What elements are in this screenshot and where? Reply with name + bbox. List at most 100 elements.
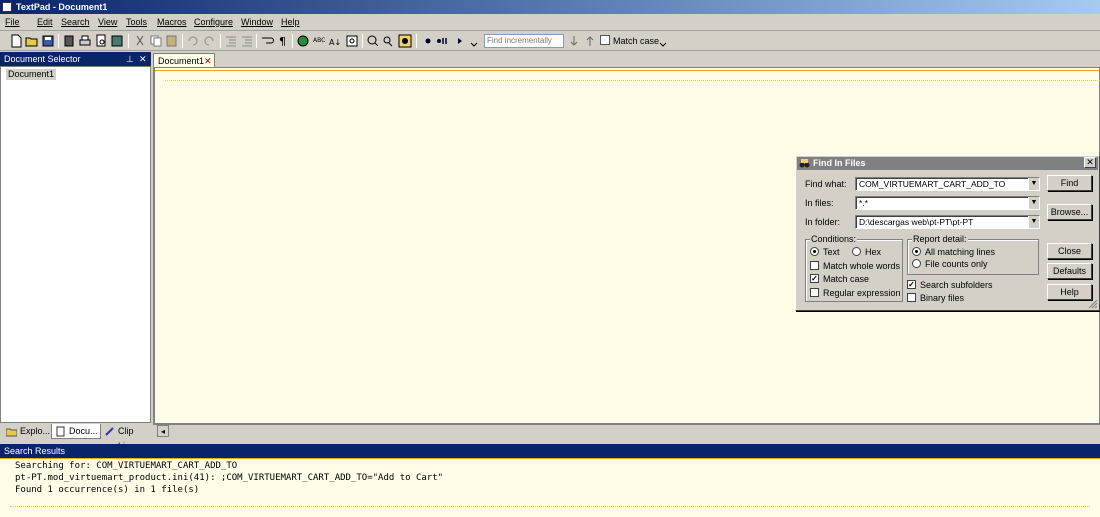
undo-icon[interactable]: [186, 34, 200, 48]
menu-edit[interactable]: Edit: [37, 17, 53, 27]
browse-button[interactable]: Browse...: [1047, 204, 1092, 220]
play-macro-icon[interactable]: [453, 34, 467, 48]
find-in-files-active-icon[interactable]: [398, 34, 412, 48]
menu-window-label: Window: [241, 17, 274, 27]
menu-file[interactable]: File: [5, 17, 20, 27]
toolbar-overflow-icon[interactable]: [656, 34, 670, 48]
print-preview-icon[interactable]: [94, 34, 108, 48]
results-line[interactable]: pt-PT.mod_virtuemart_product.ini(41): ;C…: [15, 472, 1100, 484]
find-what-combo[interactable]: COM_VIRTUEMART_CART_ADD_TO ▼: [855, 177, 1040, 191]
text-radio[interactable]: [810, 247, 819, 256]
report-detail-group: [907, 239, 1039, 275]
print-icon[interactable]: [78, 34, 92, 48]
toolbar-overflow-icon[interactable]: [467, 34, 481, 48]
horizontal-scrollbar[interactable]: ◂: [153, 424, 1100, 438]
document-selector-tabs: Explo... Docu... Clip Li...: [0, 423, 151, 451]
dialog-close-icon[interactable]: ✕: [1084, 157, 1096, 168]
menu-tools-label: Tools: [126, 17, 148, 27]
pin-icon[interactable]: ⊥: [126, 52, 134, 66]
find-in-files-dialog: Find In Files ✕ Find what: COM_VIRTUEMAR…: [795, 155, 1100, 311]
save-all-icon[interactable]: [62, 34, 76, 48]
redo-icon[interactable]: [202, 34, 216, 48]
all-matching-lines-radio[interactable]: [912, 247, 921, 256]
document-selector-header: Document Selector ⊥ ✕: [0, 52, 151, 66]
textpad-app-icon: [2, 2, 12, 12]
find-in-files-toolbar-icon[interactable]: [345, 34, 359, 48]
dialog-title-bar[interactable]: Find In Files: [797, 157, 1098, 170]
close-button[interactable]: Close: [1047, 243, 1092, 259]
document-list-item[interactable]: Document1: [6, 69, 57, 80]
replace-icon[interactable]: [382, 34, 396, 48]
sort-icon[interactable]: A↓: [328, 34, 342, 48]
match-case-checkbox[interactable]: ✓: [810, 274, 819, 283]
binary-files-label: Binary files: [920, 293, 965, 303]
tab-explorer-label: Explo...: [20, 426, 51, 436]
menu-file-label: File: [5, 17, 20, 27]
tab-documents[interactable]: Docu...: [51, 424, 101, 439]
find-what-value: COM_VIRTUEMART_CART_ADD_TO: [859, 179, 1006, 189]
record-macro-icon[interactable]: [421, 34, 435, 48]
web-browser-icon[interactable]: [296, 34, 310, 48]
search-subfolders-checkbox[interactable]: ✓: [907, 280, 916, 289]
cut-icon[interactable]: [133, 34, 147, 48]
close-icon[interactable]: ✕: [139, 52, 147, 66]
tab-document1[interactable]: Document1 ✕: [153, 53, 215, 68]
find-incrementally-placeholder: Find incrementally: [487, 36, 552, 45]
open-file-icon[interactable]: [25, 34, 39, 48]
chevron-down-icon[interactable]: ▼: [1028, 216, 1039, 228]
find-button[interactable]: Find: [1047, 175, 1092, 191]
find-incrementally-input[interactable]: Find incrementally: [484, 34, 564, 48]
new-file-icon[interactable]: [9, 34, 23, 48]
menu-macros[interactable]: Macros: [157, 17, 187, 27]
tab-explorer[interactable]: Explo...: [3, 424, 50, 439]
menu-tools[interactable]: Tools: [126, 17, 147, 27]
pilcrow-icon[interactable]: ¶: [276, 34, 290, 48]
menu-macros-label: Macros: [157, 17, 187, 27]
tab-clip-library[interactable]: Clip Li...: [101, 424, 149, 451]
defaults-button[interactable]: Defaults: [1047, 263, 1092, 279]
match-case-label: Match case: [823, 274, 870, 284]
outdent-icon[interactable]: [224, 34, 238, 48]
menu-view[interactable]: View: [98, 17, 117, 27]
resize-grip-icon[interactable]: [1088, 299, 1098, 309]
results-line: Searching for: COM_VIRTUEMART_CART_ADD_T…: [15, 461, 238, 471]
match-whole-words-checkbox[interactable]: [810, 261, 819, 270]
help-button[interactable]: Help: [1047, 284, 1092, 300]
window-title: TextPad - Document1: [16, 2, 108, 12]
close-tab-icon[interactable]: ✕: [204, 54, 212, 68]
word-wrap-icon[interactable]: [260, 34, 274, 48]
report-detail-label: Report detail:: [912, 234, 968, 244]
search-results-output[interactable]: Searching for: COM_VIRTUEMART_CART_ADD_T…: [0, 458, 1100, 517]
chevron-down-icon[interactable]: ▼: [1028, 178, 1039, 190]
chevron-down-icon[interactable]: ▼: [1028, 197, 1039, 209]
binary-files-checkbox[interactable]: [907, 293, 916, 302]
in-folder-combo[interactable]: D:\descargas web\pt-PT\pt-PT ▼: [855, 215, 1040, 229]
match-case-toolbar-checkbox[interactable]: [600, 35, 610, 45]
find-icon[interactable]: [366, 34, 380, 48]
file-counts-only-label: File counts only: [925, 259, 988, 269]
menu-search[interactable]: Search: [61, 17, 90, 27]
find-previous-up-icon[interactable]: [583, 34, 597, 48]
find-next-down-icon[interactable]: [567, 34, 581, 48]
regular-expression-checkbox[interactable]: [810, 288, 819, 297]
hex-radio[interactable]: [852, 247, 861, 256]
menu-window[interactable]: Window: [241, 17, 273, 27]
menu-bar: File Edit Search View Tools Macros Confi…: [0, 14, 1100, 31]
scroll-left-icon[interactable]: ◂: [157, 425, 169, 437]
in-files-label: In files:: [805, 198, 834, 208]
paste-icon[interactable]: [165, 34, 179, 48]
menu-help[interactable]: Help: [281, 17, 300, 27]
copy-icon[interactable]: [149, 34, 163, 48]
indent-icon[interactable]: [240, 34, 254, 48]
spell-check-icon[interactable]: [110, 34, 124, 48]
menu-configure[interactable]: Configure: [194, 17, 233, 27]
hex-radio-label: Hex: [865, 247, 882, 257]
in-files-combo[interactable]: *.* ▼: [855, 196, 1040, 210]
pause-macro-icon[interactable]: [435, 34, 449, 48]
save-icon[interactable]: [41, 34, 55, 48]
svg-text:A↓: A↓: [329, 38, 341, 47]
file-counts-only-radio[interactable]: [912, 259, 921, 268]
document-selector-list: Document1: [0, 66, 151, 423]
menu-edit-label: Edit: [37, 17, 53, 27]
spelling-abc-icon[interactable]: ABC: [312, 34, 326, 48]
